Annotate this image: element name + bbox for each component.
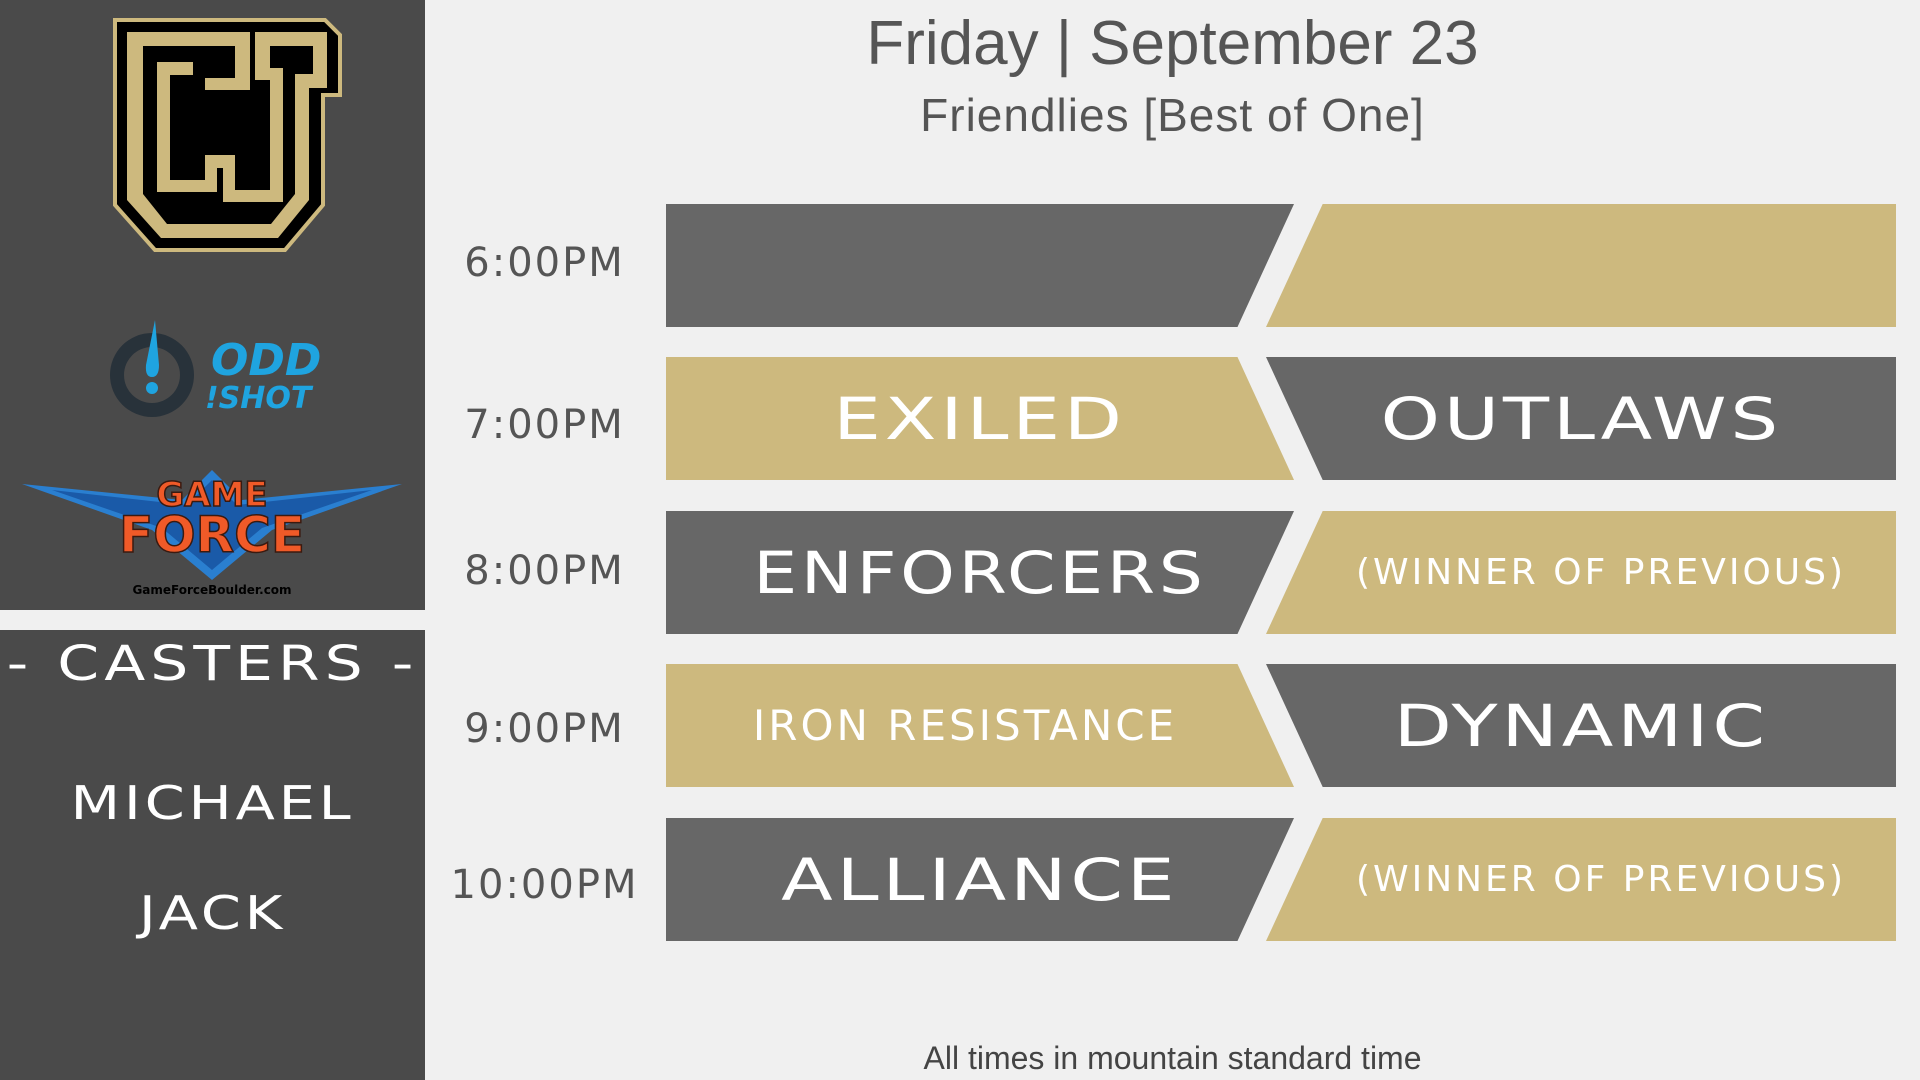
team-right-slot: (WINNER OF PREVIOUS): [1266, 818, 1896, 941]
team-right-slot: (WINNER OF PREVIOUS): [1266, 511, 1896, 634]
team-right-slot: [1266, 204, 1896, 327]
caster-name: MICHAEL: [70, 776, 355, 830]
sidebar-casters-panel: [0, 630, 425, 1080]
match-time: 7:00PM: [464, 402, 625, 448]
oddshot-text-odd: ODD: [211, 335, 321, 386]
oddshot-logo: ODD !SHOT: [110, 320, 321, 417]
team-left-slot: IRON RESISTANCE: [666, 664, 1294, 787]
team-left-slot: ALLIANCE: [666, 818, 1294, 941]
match-time: 8:00PM: [464, 548, 625, 594]
team-left-slot: [666, 204, 1294, 327]
caster-name: JACK: [138, 886, 287, 940]
oddshot-text-shot: !SHOT: [205, 381, 314, 416]
team-right-slot: OUTLAWS: [1266, 357, 1896, 480]
gameforce-logo: GAME FORCE GameForceBoulder.com: [22, 470, 402, 597]
casters-heading: - CASTERS -: [6, 636, 419, 692]
page-subtitle: Friendlies [Best of One]: [920, 89, 1425, 141]
team-left-slot: ENFORCERS: [666, 511, 1294, 634]
match-time: 6:00PM: [464, 240, 625, 286]
match-time: 9:00PM: [464, 706, 625, 752]
gameforce-text-force: FORCE: [119, 506, 305, 564]
cu-logo: [113, 18, 342, 252]
timezone-note: All times in mountain standard time: [923, 1040, 1422, 1076]
page-title: Friday | September 23: [866, 9, 1479, 78]
team-left-slot: EXILED: [666, 357, 1294, 480]
gameforce-url: GameForceBoulder.com: [132, 583, 291, 597]
match-time: 10:00PM: [450, 862, 639, 908]
team-right-slot: DYNAMIC: [1266, 664, 1896, 787]
